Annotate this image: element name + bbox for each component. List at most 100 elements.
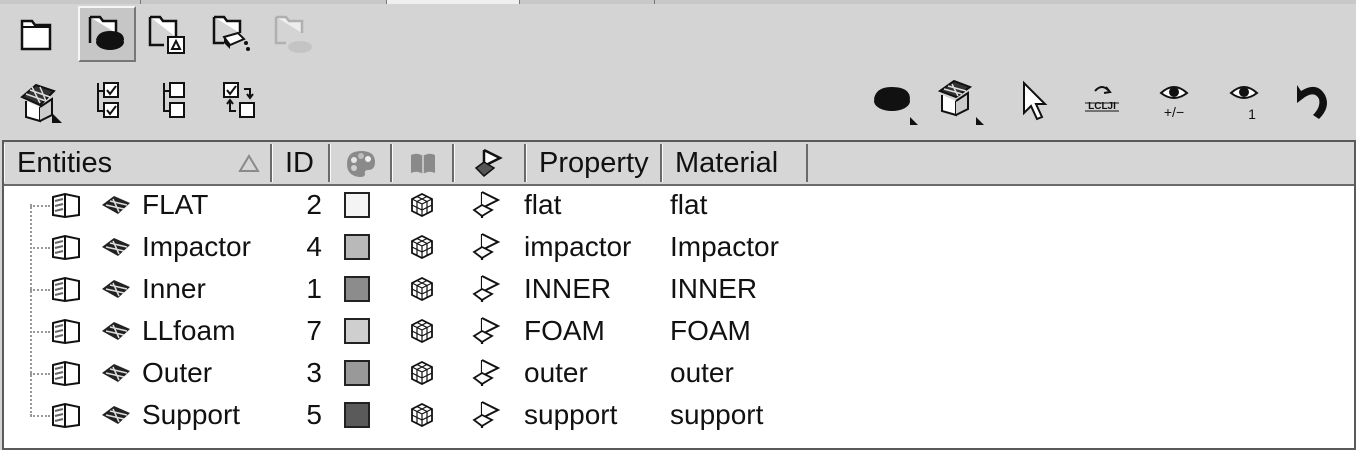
shell-element-icon: [102, 196, 130, 214]
expand-checked-button[interactable]: [82, 74, 138, 128]
show-hide-icon: +/−: [1159, 86, 1189, 120]
select-pointer-button[interactable]: [1004, 74, 1060, 128]
component-entity-icon: [20, 83, 62, 123]
shell-element-icon: [102, 322, 130, 340]
shell-element-icon: [102, 406, 130, 424]
card-image-icon: [472, 317, 501, 344]
column-property-label: Property: [539, 146, 649, 179]
color-swatch-cell[interactable]: [344, 310, 370, 352]
column-entities-label: Entities: [17, 146, 113, 179]
card-cell: [470, 310, 506, 352]
mesh-include-icon: [411, 276, 433, 302]
card-image-icon: [474, 148, 503, 178]
shell-element-icon: [102, 280, 130, 298]
component-entity-button[interactable]: [12, 74, 68, 128]
column-id-label: ID: [285, 146, 314, 179]
color-swatch[interactable]: [344, 276, 370, 302]
include-cell: [408, 268, 436, 310]
component-assembly-view-button[interactable]: [140, 8, 196, 62]
table-row[interactable]: Outer 3 outer outer: [4, 352, 1354, 394]
column-header-card[interactable]: [454, 144, 526, 182]
color-swatch-cell[interactable]: [344, 394, 370, 436]
component-part-icon-cell: [50, 268, 82, 310]
elements-display-button[interactable]: [932, 74, 988, 128]
color-swatch-cell[interactable]: [344, 226, 370, 268]
material-name: support: [670, 399, 764, 430]
solid-display-button[interactable]: [866, 74, 922, 128]
include-cell: [408, 394, 436, 436]
color-swatch-cell[interactable]: [344, 352, 370, 394]
entity-id: 2: [306, 189, 322, 220]
column-header-entities[interactable]: Entities: [4, 144, 272, 182]
column-header-material[interactable]: Material: [662, 144, 808, 182]
tree-branch-line: [30, 373, 50, 375]
window-tab-strip: [0, 0, 1356, 4]
shell-element-icon-cell: [100, 310, 132, 352]
entity-name: Support: [142, 399, 241, 430]
shell-element-icon-cell: [100, 394, 132, 436]
view-toolbar: [0, 6, 1356, 66]
entity-id: 1: [306, 273, 322, 304]
column-header-include[interactable]: [392, 144, 454, 182]
swap-checked-icon: [223, 82, 255, 118]
card-cell: [470, 184, 506, 226]
entity-id: 3: [306, 357, 322, 388]
color-swatch-cell[interactable]: [344, 268, 370, 310]
color-swatch[interactable]: [344, 234, 370, 260]
color-swatch[interactable]: [344, 360, 370, 386]
property-name: FOAM: [524, 315, 605, 346]
card-image-icon: [472, 275, 501, 302]
entity-name: FLAT: [142, 189, 209, 220]
mesh-include-icon: [411, 402, 433, 428]
entity-id: 4: [306, 231, 322, 262]
tree-structure-button[interactable]: [148, 74, 204, 128]
table-row[interactable]: Inner 1 INNER INNER: [4, 268, 1354, 310]
reset-view-icon: LCLJI: [1085, 86, 1119, 112]
component-settings-view-icon: [212, 15, 250, 51]
entity-name: Outer: [142, 357, 213, 388]
column-header-id[interactable]: ID: [272, 144, 330, 182]
material-name: outer: [670, 357, 734, 388]
isolate-button[interactable]: 1: [1216, 74, 1272, 128]
property-name: INNER: [524, 273, 612, 304]
component-part-icon: [52, 360, 80, 387]
tab-active[interactable]: [386, 0, 520, 4]
swap-checked-button[interactable]: [212, 74, 268, 128]
shell-element-icon-cell: [100, 268, 132, 310]
card-image-icon: [472, 401, 501, 428]
include-cell: [408, 226, 436, 268]
undo-button[interactable]: [1284, 74, 1340, 128]
component-part-icon-cell: [50, 226, 82, 268]
color-swatch-cell[interactable]: [344, 184, 370, 226]
sort-ascending-icon: [238, 154, 260, 172]
property-name: support: [524, 399, 618, 430]
table-row[interactable]: LLfoam 7 FOAM FOAM: [4, 310, 1354, 352]
table-row[interactable]: Impactor 4 impactor Impactor: [4, 226, 1354, 268]
component-solid-view-button[interactable]: [78, 6, 136, 62]
component-disabled-view-button: [266, 8, 322, 62]
tab-divider: [654, 0, 655, 4]
component-solid-view-icon: [88, 15, 124, 50]
show-hide-button[interactable]: +/−: [1146, 74, 1202, 128]
reset-view-button[interactable]: LCLJI: [1074, 74, 1130, 128]
color-swatch[interactable]: [344, 318, 370, 344]
component-part-icon: [52, 192, 80, 219]
color-swatch[interactable]: [344, 192, 370, 218]
tree-branch-line: [30, 415, 50, 417]
component-part-icon-cell: [50, 310, 82, 352]
mesh-include-icon: [411, 318, 433, 344]
color-swatch[interactable]: [344, 402, 370, 428]
component-view-button[interactable]: [8, 8, 64, 62]
entity-toolbar: LCLJI +/− 1: [0, 74, 1356, 130]
expand-checked-icon: [97, 82, 119, 118]
table-row[interactable]: FLAT 2 flat flat: [4, 184, 1354, 226]
column-header-color[interactable]: [330, 144, 392, 182]
property-name: impactor: [524, 231, 632, 262]
card-cell: [470, 394, 506, 436]
column-header-property[interactable]: Property: [526, 144, 662, 182]
component-settings-view-button[interactable]: [204, 8, 260, 62]
component-disabled-view-icon: [274, 15, 312, 53]
table-row[interactable]: Support 5 support support: [4, 394, 1354, 436]
component-part-icon: [52, 318, 80, 345]
shell-element-icon-cell: [100, 184, 132, 226]
